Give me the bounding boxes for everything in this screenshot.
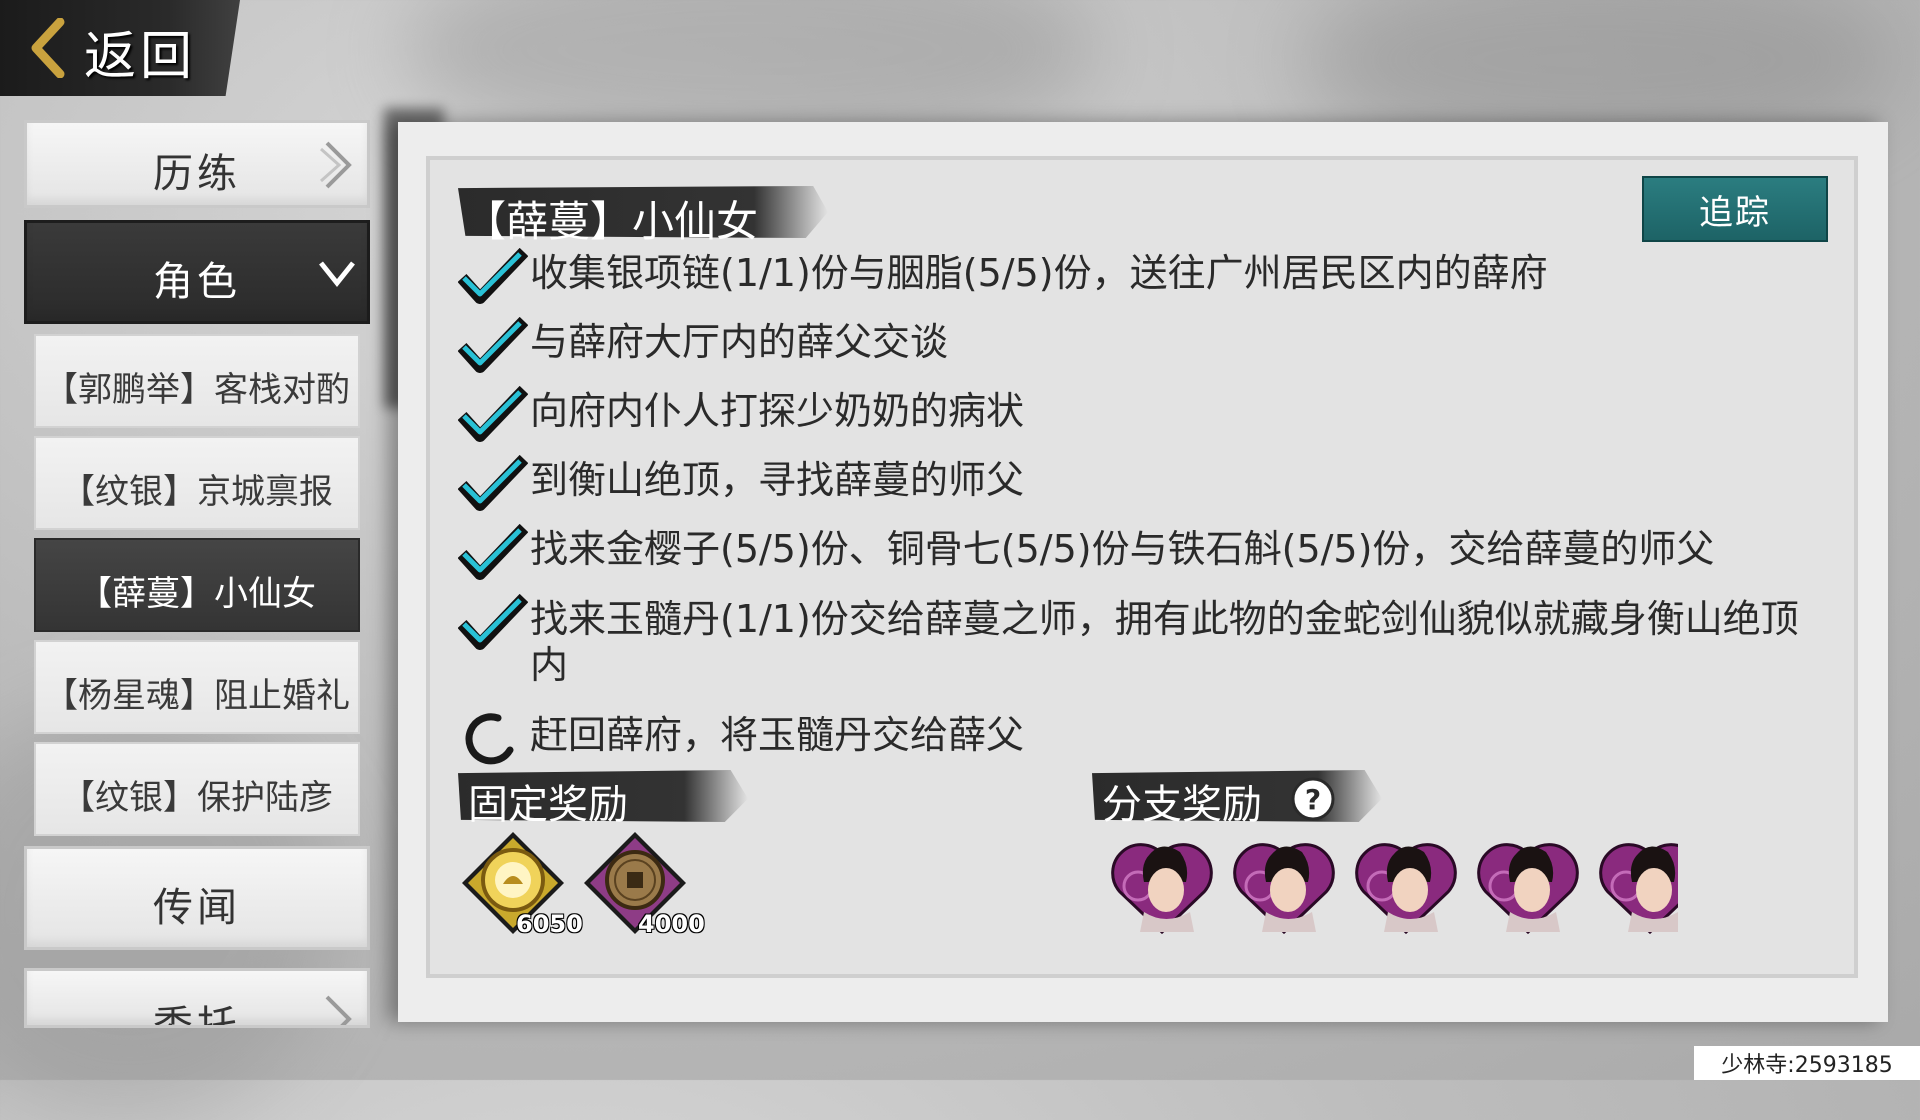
quest-item-wenyin-protect[interactable]: 【纹银】保护陆彦 xyxy=(34,742,360,836)
objective-text: 赶回薛府，将玉髓丹交给薛父 xyxy=(530,713,1025,757)
svg-text:?: ? xyxy=(1305,783,1321,816)
checkmark-icon xyxy=(458,386,528,442)
chevron-right-icon xyxy=(325,995,352,1025)
chevron-down-icon xyxy=(319,261,355,288)
category-label: 传闻 xyxy=(153,885,241,931)
quest-detail-content: 【薛蔓】小仙女 追踪 收集银项链(1/1)份与胭脂(5/5)份，送往广州居民区内… xyxy=(426,156,1858,978)
portrait-icon xyxy=(1111,843,1213,935)
objective-text: 收集银项链(1/1)份与胭脂(5/5)份，送往广州居民区内的薛府 xyxy=(530,251,1548,295)
chevron-right-icon xyxy=(320,141,352,189)
portrait-icon xyxy=(1477,843,1579,935)
category-commission[interactable]: 委托 xyxy=(24,968,370,1028)
quest-item-wenyin-report[interactable]: 【纹银】京城禀报 xyxy=(34,436,360,530)
category-label: 历练 xyxy=(153,151,241,197)
character-portrait[interactable] xyxy=(1110,836,1214,936)
objective-text: 向府内仆人打探少奶奶的病状 xyxy=(530,389,1025,433)
checkmark-icon xyxy=(458,317,528,373)
character-portrait[interactable] xyxy=(1476,836,1580,936)
back-label: 返回 xyxy=(84,27,197,87)
portrait-icon xyxy=(1355,843,1457,935)
character-portrait[interactable] xyxy=(1354,836,1458,936)
checkmark-icon xyxy=(458,455,528,511)
quest-item-guo-pengju[interactable]: 【郭鹏举】客栈对酌 xyxy=(34,334,360,428)
server-info: 少林寺:2593185 xyxy=(1694,1046,1920,1080)
reward-coin[interactable]: 4000 xyxy=(580,828,705,938)
objective-text: 到衡山绝顶，寻找薛蔓的师父 xyxy=(530,458,1025,502)
category-label: 角色 xyxy=(153,259,241,305)
checkmark-icon xyxy=(458,594,528,650)
branch-reward-label: 分支奖励 xyxy=(1102,782,1262,828)
reward-count: 4000 xyxy=(638,910,705,938)
help-icon[interactable]: ? xyxy=(1290,776,1336,822)
character-portrait[interactable] xyxy=(1232,836,1336,936)
quest-item-label: 【杨星魂】阻止婚礼 xyxy=(44,676,350,716)
objective-text: 找来玉髓丹(1/1)份交给薛蔓之师，拥有此物的金蛇剑仙貌似就藏身衡山绝顶内 xyxy=(530,597,1799,687)
objective-text: 与薛府大厅内的薛父交谈 xyxy=(530,320,949,364)
reward-count: 6050 xyxy=(516,910,583,938)
quest-item-yang-xinghun[interactable]: 【杨星魂】阻止婚礼 xyxy=(34,640,360,734)
quest-detail-panel: 【薛蔓】小仙女 追踪 收集银项链(1/1)份与胭脂(5/5)份，送往广州居民区内… xyxy=(398,122,1888,1022)
portrait-icon xyxy=(1599,843,1678,935)
track-button[interactable]: 追踪 xyxy=(1642,176,1828,242)
objective-text: 找来金樱子(5/5)份、铜骨七(5/5)份与铁石斛(5/5)份，交给薛蔓的师父 xyxy=(530,527,1715,571)
back-button[interactable]: 返回 xyxy=(0,0,240,96)
checkmark-icon xyxy=(458,248,528,304)
quest-item-label: 【郭鹏举】客栈对酌 xyxy=(44,370,350,410)
in-progress-circle-icon xyxy=(465,713,514,765)
category-role[interactable]: 角色 xyxy=(24,220,370,324)
reward-experience[interactable]: 6050 xyxy=(458,828,583,938)
category-label: 委托 xyxy=(153,1003,241,1028)
quest-item-label: 【薛蔓】小仙女 xyxy=(78,574,316,614)
fixed-reward-label: 固定奖励 xyxy=(468,782,628,828)
portrait-icon xyxy=(1233,843,1335,935)
chevron-left-icon xyxy=(31,18,65,78)
checkmark-icon xyxy=(458,524,528,580)
category-rumors[interactable]: 传闻 xyxy=(24,846,370,950)
quest-item-xueman-selected[interactable]: 【薛蔓】小仙女 xyxy=(34,538,360,632)
quest-item-label: 【纹银】京城禀报 xyxy=(61,472,333,512)
category-training[interactable]: 历练 xyxy=(24,120,370,208)
quest-title: 【薛蔓】小仙女 xyxy=(464,197,759,246)
quest-item-label: 【纹银】保护陆彦 xyxy=(61,778,333,818)
character-portrait[interactable] xyxy=(1598,836,1678,936)
